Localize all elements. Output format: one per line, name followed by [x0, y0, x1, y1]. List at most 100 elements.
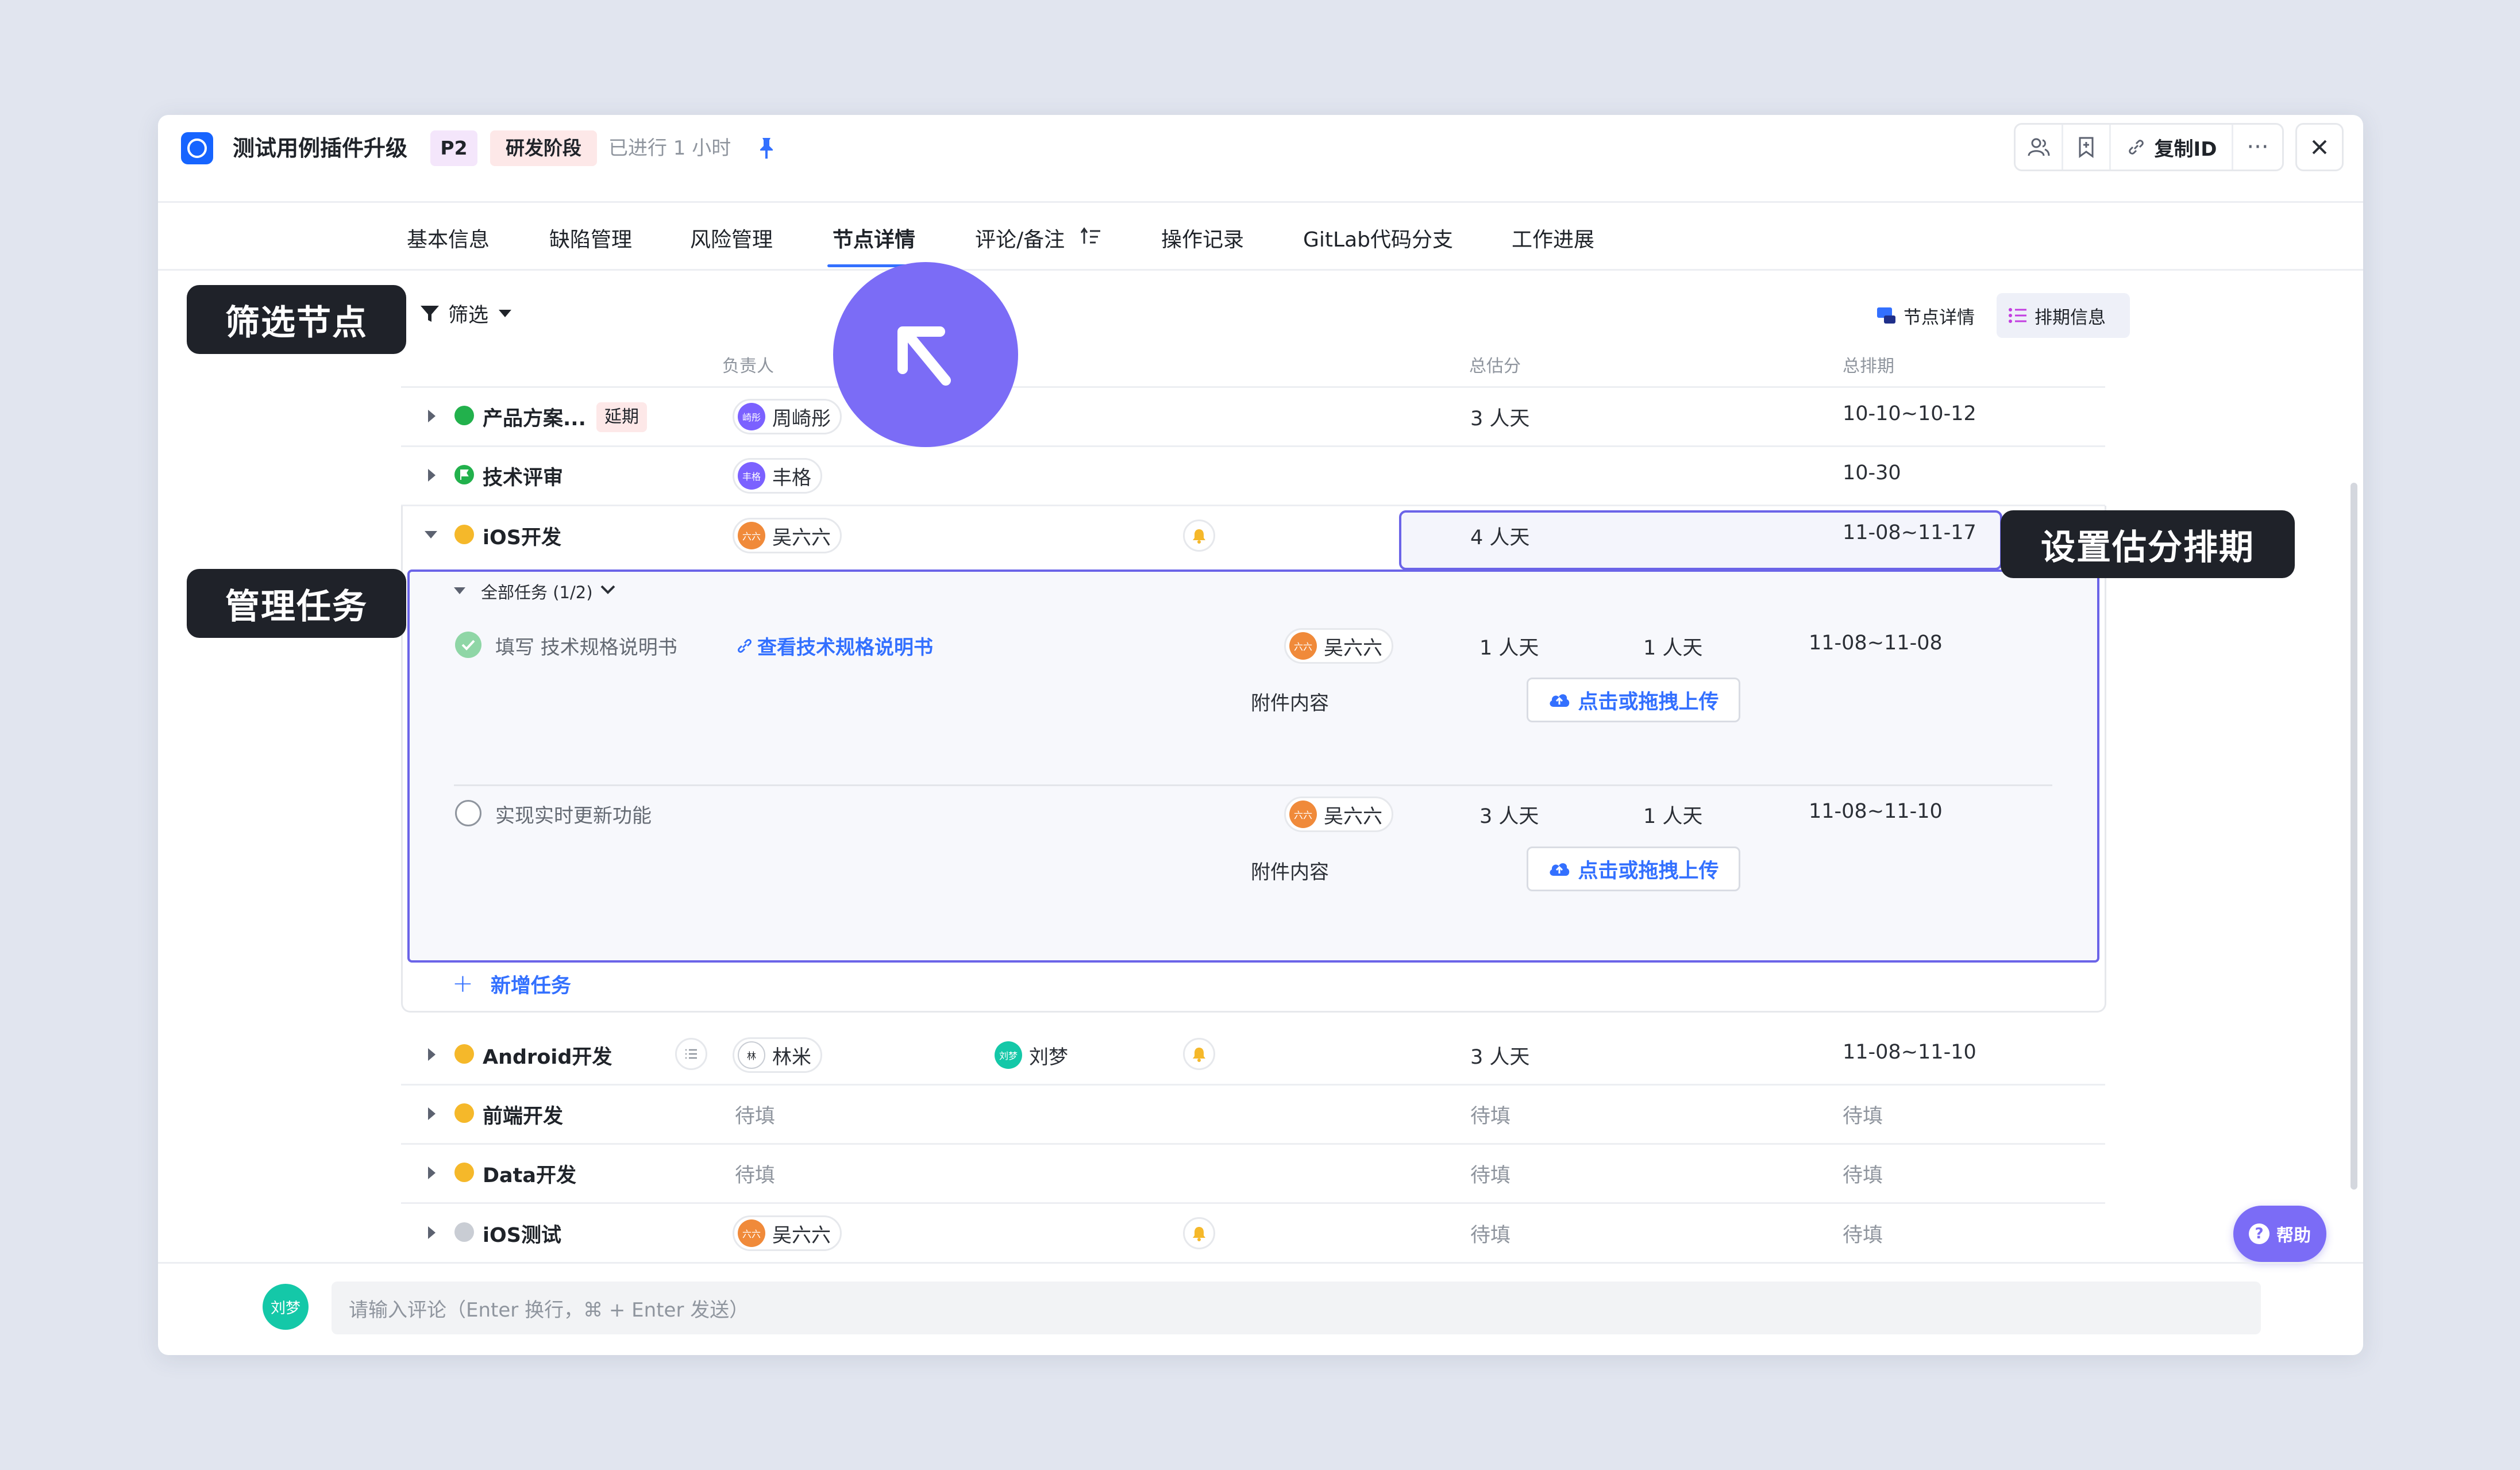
owner-pill[interactable]: 林 林米 — [733, 1037, 822, 1073]
node-name[interactable]: 前端开发 — [483, 1100, 563, 1129]
total-estimate[interactable]: 3 人天 — [1470, 402, 1529, 432]
tab-basic-info[interactable]: 基本信息 — [407, 223, 490, 253]
total-schedule[interactable]: 10-10~10-12 — [1843, 402, 1976, 425]
sort-icon[interactable] — [1080, 225, 1103, 248]
total-schedule[interactable]: 待填 — [1843, 1159, 1883, 1188]
tab-comments[interactable]: 评论/备注 — [975, 223, 1065, 253]
help-button[interactable]: ? 帮助 — [2233, 1206, 2326, 1262]
status-dot — [454, 1163, 474, 1182]
total-estimate[interactable]: 待填 — [1470, 1159, 1511, 1188]
node-name[interactable]: Data开发 — [483, 1159, 576, 1188]
owner-pill[interactable]: 崎彤 周崎彤 — [733, 399, 842, 434]
owner-pill[interactable]: 刘梦 刘梦 — [989, 1037, 1079, 1073]
total-estimate[interactable]: 3 人天 — [1470, 1041, 1529, 1070]
more-icon[interactable]: ··· — [2233, 125, 2282, 170]
chevron-down-icon — [499, 310, 512, 317]
upload-button[interactable]: 点击或拖拽上传 — [1527, 678, 1740, 722]
expand-caret[interactable] — [428, 1048, 436, 1061]
node-name[interactable]: Android开发 — [483, 1041, 612, 1070]
scrollbar-thumb[interactable] — [2351, 483, 2357, 1190]
help-label: 帮助 — [2276, 1226, 2311, 1246]
page-title: 测试用例插件升级 — [233, 136, 408, 161]
check-done-icon[interactable] — [455, 632, 481, 658]
total-estimate[interactable]: 4 人天 — [1470, 521, 1529, 551]
owner-placeholder[interactable]: 待填 — [735, 1159, 775, 1188]
avatar: 崎彤 — [738, 403, 765, 430]
expand-caret[interactable] — [428, 1226, 436, 1239]
filter-icon — [421, 305, 439, 322]
subtasks-header[interactable]: 全部任务 (1/2) — [481, 579, 593, 603]
total-schedule[interactable]: 10-30 — [1843, 461, 1901, 484]
node-name[interactable]: iOS开发 — [483, 521, 561, 551]
tab-node-detail[interactable]: 节点详情 — [833, 223, 915, 253]
owner-pill[interactable]: 六六 吴六六 — [1284, 628, 1393, 664]
priority-tag[interactable]: P2 — [430, 130, 477, 166]
total-schedule[interactable]: 待填 — [1843, 1219, 1883, 1248]
owner-pill[interactable]: 六六 吴六六 — [733, 1215, 842, 1251]
bell-icon[interactable] — [1183, 519, 1215, 552]
owner-pill[interactable]: 六六 吴六六 — [1284, 796, 1393, 832]
subtask-actual[interactable]: 1 人天 — [1643, 632, 1702, 661]
subtask-estimate[interactable]: 1 人天 — [1479, 632, 1539, 661]
bell-icon[interactable] — [1183, 1038, 1215, 1070]
total-estimate[interactable]: 待填 — [1470, 1219, 1511, 1248]
tab-progress[interactable]: 工作进展 — [1512, 223, 1594, 253]
question-icon: ? — [2249, 1223, 2269, 1244]
owner-pill[interactable]: 六六 吴六六 — [733, 518, 842, 553]
avatar: 六六 — [738, 522, 765, 549]
col-total-estimate: 总估分 — [1469, 356, 1521, 376]
view-schedule-button[interactable]: 排期信息 — [1997, 293, 2130, 338]
comment-input[interactable]: 请输入评论（Enter 换行，⌘ + Enter 发送） — [332, 1282, 2261, 1334]
tab-operation-log[interactable]: 操作记录 — [1161, 223, 1244, 253]
node-name[interactable]: 技术评审 — [483, 461, 563, 491]
tab-gitlab[interactable]: GitLab代码分支 — [1303, 223, 1453, 253]
expand-caret[interactable] — [428, 410, 436, 422]
members-icon[interactable] — [2016, 125, 2063, 170]
stage-tag[interactable]: 研发阶段 — [490, 130, 597, 166]
subtask-schedule[interactable]: 11-08~11-08 — [1809, 632, 1943, 655]
cursor-arrow-icon — [833, 262, 1018, 447]
node-name[interactable]: 产品方案... — [483, 402, 586, 432]
spec-link[interactable]: 查看技术规格说明书 — [735, 632, 933, 660]
close-icon[interactable] — [2295, 123, 2344, 171]
tab-risks[interactable]: 风险管理 — [690, 223, 773, 253]
subtask-estimate[interactable]: 3 人天 — [1479, 800, 1539, 829]
upload-button[interactable]: 点击或拖拽上传 — [1527, 846, 1740, 891]
status-dot — [454, 1103, 474, 1123]
owner-placeholder[interactable]: 待填 — [735, 1100, 775, 1129]
tab-defects[interactable]: 缺陷管理 — [549, 223, 632, 253]
total-schedule[interactable]: 11-08~11-17 — [1843, 521, 1976, 544]
expand-caret[interactable] — [428, 469, 436, 482]
copy-id-button[interactable]: 复制ID — [2111, 125, 2233, 170]
attachment-label: 附件内容 — [1251, 692, 1329, 715]
add-task-button[interactable]: + 新增任务 — [452, 968, 571, 1000]
bell-icon[interactable] — [1183, 1217, 1215, 1249]
table-divider — [401, 386, 2105, 388]
view-node-detail-button[interactable]: 节点详情 — [1864, 293, 1986, 338]
total-schedule[interactable]: 11-08~11-10 — [1843, 1041, 1976, 1064]
chevron-down-icon[interactable] — [599, 583, 616, 599]
pin-icon[interactable] — [757, 137, 776, 160]
check-todo-icon[interactable] — [455, 800, 481, 826]
subtask-title[interactable]: 填写 技术规格说明书 — [495, 632, 677, 660]
owner-name: 吴六六 — [772, 526, 831, 549]
row-divider — [401, 445, 2105, 447]
subtask-actual[interactable]: 1 人天 — [1643, 800, 1702, 829]
subtask-title[interactable]: 实现实时更新功能 — [495, 800, 652, 828]
owner-pill[interactable]: 丰格 丰格 — [733, 458, 822, 494]
total-schedule[interactable]: 待填 — [1843, 1100, 1883, 1129]
collapse-caret[interactable] — [425, 531, 437, 538]
add-task-label: 新增任务 — [490, 974, 571, 998]
upload-label: 点击或拖拽上传 — [1578, 859, 1719, 883]
filter-button[interactable]: 筛选 — [419, 299, 512, 328]
collapse-caret[interactable] — [454, 587, 465, 594]
node-view-icon — [1877, 307, 1895, 324]
expand-caret[interactable] — [428, 1167, 436, 1179]
cloud-upload-icon — [1550, 863, 1570, 876]
subtask-schedule[interactable]: 11-08~11-10 — [1809, 800, 1943, 823]
task-list-icon[interactable] — [675, 1038, 707, 1070]
total-estimate[interactable]: 待填 — [1470, 1100, 1511, 1129]
bookmark-icon[interactable] — [2063, 125, 2111, 170]
expand-caret[interactable] — [428, 1107, 436, 1120]
node-name[interactable]: iOS测试 — [483, 1219, 561, 1248]
